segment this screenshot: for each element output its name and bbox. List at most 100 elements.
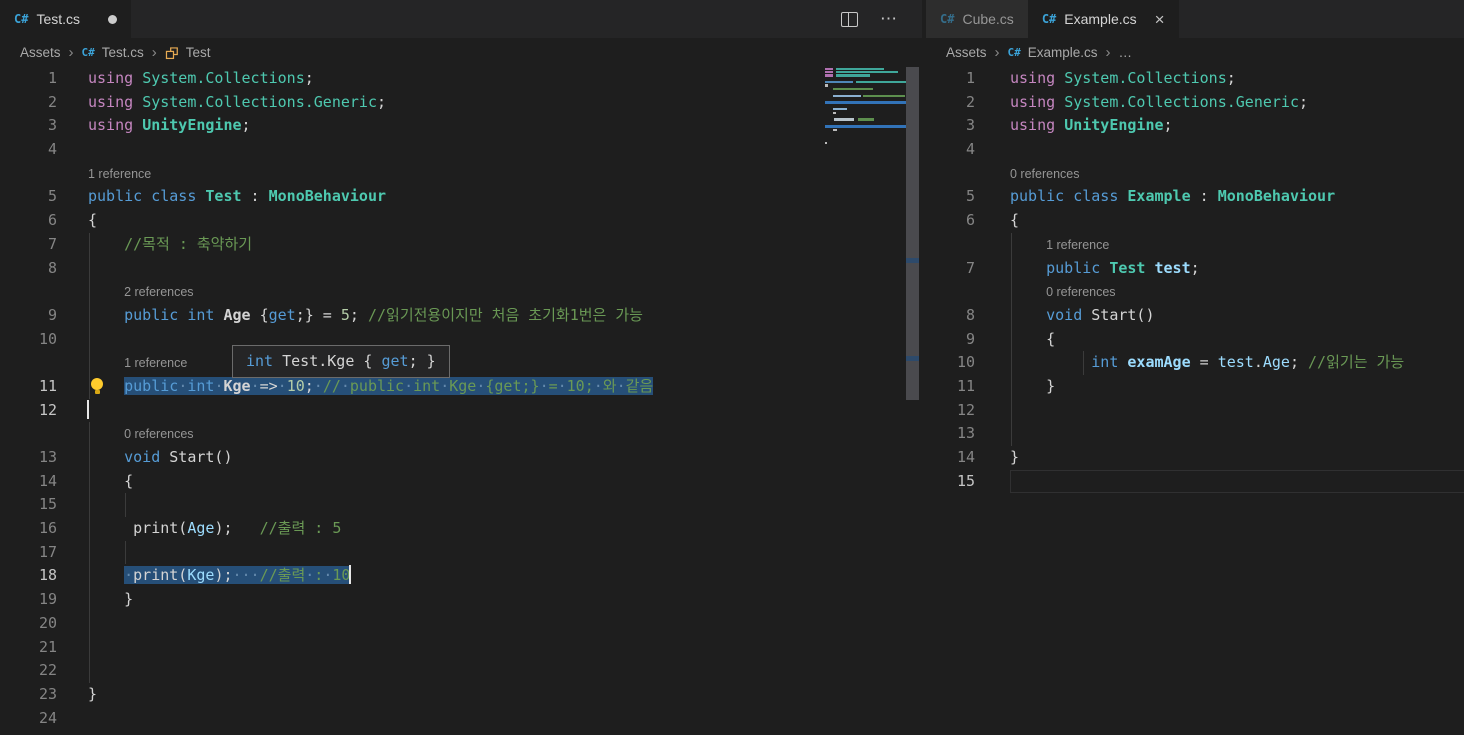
code-token: ; bbox=[241, 116, 251, 135]
code-text[interactable]: } bbox=[88, 588, 922, 612]
line-number: 1 bbox=[965, 69, 975, 87]
line-number: 23 bbox=[38, 684, 57, 703]
tab-cube-cs[interactable]: C# Cube.cs bbox=[926, 0, 1028, 38]
code-text[interactable]: public Test test; bbox=[1010, 257, 1464, 281]
code-text[interactable]: { bbox=[88, 209, 922, 233]
indent-guide bbox=[89, 256, 90, 281]
code-text[interactable]: public int Age {get;} = 5; //읽기전용이지만 처음 … bbox=[88, 304, 922, 328]
codelens-reference-link[interactable]: 0 references bbox=[1046, 280, 1115, 305]
line-number: 12 bbox=[956, 400, 975, 419]
code-token: · bbox=[340, 376, 350, 395]
code-text[interactable]: public class Test : MonoBehaviour bbox=[88, 185, 922, 209]
modified-dot-icon[interactable] bbox=[108, 14, 118, 24]
close-tab-icon[interactable]: × bbox=[1155, 11, 1165, 28]
vertical-scrollbar[interactable] bbox=[905, 67, 920, 735]
code-text[interactable]: using System.Collections.Generic; bbox=[1010, 91, 1464, 115]
code-text[interactable]: using System.Collections.Generic; bbox=[88, 91, 922, 115]
line-number: 10 bbox=[956, 353, 975, 372]
code-token: MonoBehaviour bbox=[1217, 187, 1336, 206]
overview-ruler-selection-mark bbox=[906, 258, 919, 263]
code-line: 9 { bbox=[926, 327, 1464, 352]
code-text[interactable]: } bbox=[88, 683, 922, 707]
line-number: 20 bbox=[38, 613, 57, 632]
tab-bar-right: C# Cube.cs C# Example.cs × bbox=[926, 0, 1464, 38]
code-token: : bbox=[314, 566, 324, 585]
code-text[interactable]: using UnityEngine; bbox=[88, 114, 922, 138]
breadcrumb-item[interactable]: Example.cs bbox=[1028, 45, 1098, 60]
code-token: examAge bbox=[1127, 353, 1191, 372]
indent-guide bbox=[89, 611, 90, 636]
code-text[interactable]: using System.Collections; bbox=[88, 67, 922, 91]
more-actions-icon[interactable]: ⋯ bbox=[880, 9, 898, 29]
code-token: ); bbox=[214, 519, 260, 538]
code-token: · bbox=[305, 566, 315, 585]
code-text[interactable]: using System.Collections; bbox=[1010, 67, 1464, 91]
code-text[interactable]: void Start() bbox=[88, 446, 922, 470]
code-token: System.Collections.Generic bbox=[1064, 92, 1299, 111]
code-line: 1 using System.Collections; bbox=[0, 67, 922, 91]
tab-bar-left: C# Test.cs ⋯ bbox=[0, 0, 922, 38]
codelens-reference-link[interactable]: 0 references bbox=[1010, 162, 1079, 187]
breadcrumb: Assets › C# Example.cs ›… bbox=[926, 38, 1464, 67]
code-text[interactable]: int examAge = test.Age; //읽기는 가능 bbox=[1010, 351, 1464, 375]
line-number: 4 bbox=[965, 140, 975, 159]
code-token: print( bbox=[88, 519, 188, 538]
minimap[interactable] bbox=[825, 67, 910, 148]
csharp-file-icon: C# bbox=[81, 46, 95, 59]
breadcrumb-item[interactable]: … bbox=[1119, 45, 1133, 60]
code-text[interactable]: } bbox=[1010, 375, 1464, 399]
tab-example-cs[interactable]: C# Example.cs × bbox=[1027, 0, 1179, 38]
indent-guide bbox=[1011, 232, 1012, 257]
line-number: 14 bbox=[38, 471, 57, 490]
code-token: Kge bbox=[187, 566, 215, 585]
code-token: {get;} bbox=[485, 376, 540, 395]
line-number: 21 bbox=[38, 637, 57, 656]
code-token: public bbox=[88, 187, 143, 206]
code-text[interactable]: using UnityEngine; bbox=[1010, 114, 1464, 138]
breadcrumb-item[interactable]: Test.cs bbox=[102, 45, 144, 60]
code-token: = bbox=[548, 376, 558, 395]
chevron-right-icon: › bbox=[151, 44, 157, 61]
code-text[interactable]: public class Example : MonoBehaviour bbox=[1010, 185, 1464, 209]
code-token: } bbox=[1010, 448, 1020, 466]
code-text[interactable]: print(Age); //출력 : 5 bbox=[88, 517, 922, 541]
code-text[interactable]: ·print(Kge);···//출력·:·10 bbox=[88, 564, 922, 588]
code-token: System.Collections bbox=[1064, 69, 1227, 87]
chevron-right-icon: › bbox=[1105, 44, 1111, 61]
split-editor-icon[interactable] bbox=[841, 11, 858, 27]
code-text[interactable]: void Start() bbox=[1010, 304, 1464, 328]
lightbulb-icon[interactable] bbox=[90, 377, 104, 395]
code-token: public bbox=[1046, 258, 1101, 277]
codelens-reference-link[interactable]: 0 references bbox=[124, 422, 193, 447]
breadcrumb-item[interactable]: Test bbox=[186, 45, 211, 60]
codelens-reference-link[interactable]: 2 references bbox=[124, 280, 193, 305]
overview-ruler-selection-mark bbox=[906, 356, 919, 361]
codelens-reference-link[interactable]: 1 reference bbox=[1046, 233, 1109, 258]
line-number: 16 bbox=[38, 519, 57, 538]
code-text[interactable]: { bbox=[1010, 328, 1464, 352]
code-text[interactable]: //목적 : 축약하기 bbox=[88, 233, 922, 257]
breadcrumb-item[interactable]: Assets bbox=[946, 45, 987, 60]
code-token: · bbox=[250, 376, 260, 395]
code-text[interactable]: { bbox=[88, 470, 922, 494]
codelens-reference-link[interactable]: 1 reference bbox=[124, 351, 187, 376]
code-token: ; bbox=[1163, 116, 1173, 135]
tab-test-cs[interactable]: C# Test.cs bbox=[0, 0, 132, 38]
code-text[interactable]: } bbox=[1010, 446, 1464, 470]
scrollbar-thumb[interactable] bbox=[906, 67, 919, 400]
codelens-reference-link[interactable]: 1 reference bbox=[88, 162, 151, 187]
code-line: 24 bbox=[0, 707, 922, 731]
code-token: => bbox=[259, 376, 278, 395]
breadcrumb-item[interactable]: Assets bbox=[20, 45, 61, 60]
code-token: Age bbox=[1262, 353, 1290, 372]
code-text[interactable]: public·int·Kge·=>·10;·//·public·int·Kge·… bbox=[88, 375, 922, 399]
csharp-file-icon: C# bbox=[14, 12, 29, 26]
code-text[interactable]: { bbox=[1010, 209, 1464, 233]
code-token: int bbox=[413, 376, 441, 395]
code-text[interactable] bbox=[87, 399, 922, 423]
code-token: : bbox=[1190, 187, 1218, 206]
code-line: 13 void Start() bbox=[0, 446, 922, 470]
